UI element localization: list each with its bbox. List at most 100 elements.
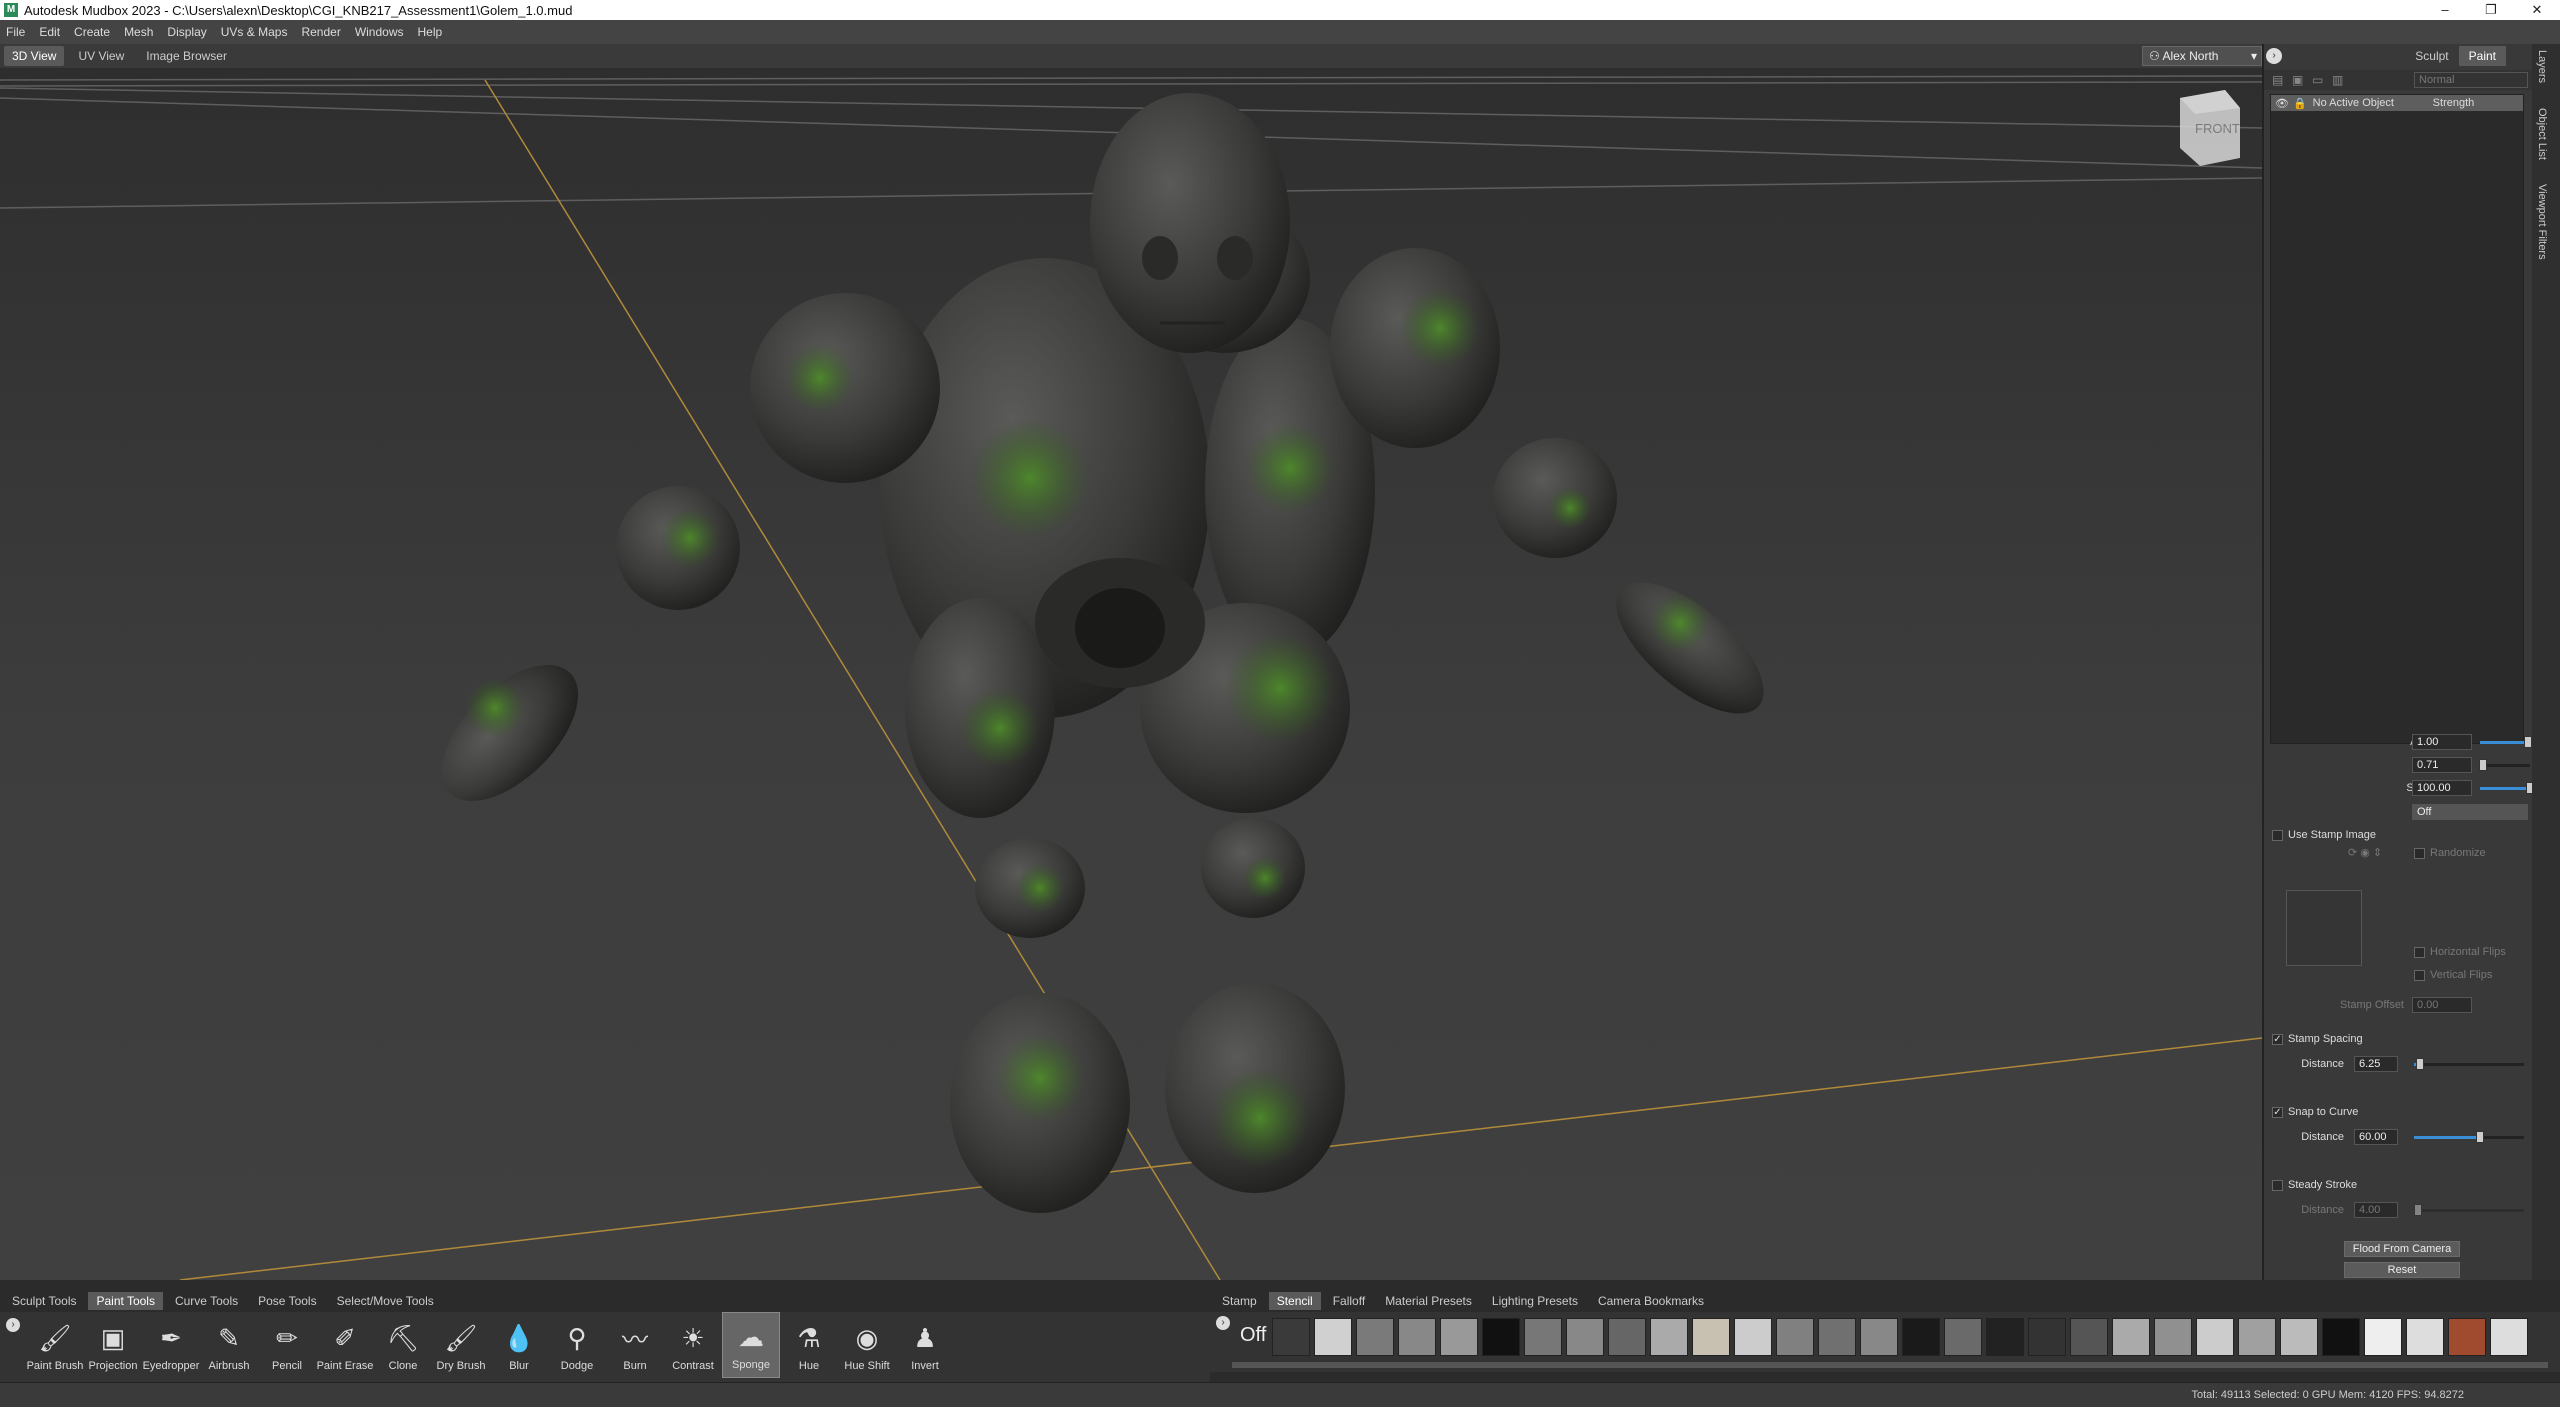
tool-contrast[interactable]: ☀ Contrast (664, 1312, 722, 1378)
snapshot-icon[interactable]: ▣ (2292, 73, 2303, 87)
tool-hue[interactable]: ⚗ Hue (780, 1312, 838, 1378)
stencil-thumbnail[interactable] (2154, 1318, 2192, 1356)
menu-create[interactable]: Create (74, 25, 110, 39)
snap-distance-field[interactable]: 60.00 (2354, 1129, 2398, 1145)
stencil-thumbnail[interactable] (1986, 1318, 2024, 1356)
folder-icon[interactable]: ▭ (2312, 73, 2323, 87)
layer-list[interactable]: 👁 🔒 No Active Object Strength (2270, 94, 2524, 744)
stencil-scrollbar[interactable] (1232, 1362, 2548, 1368)
stencil-thumbnail[interactable] (1734, 1318, 1772, 1356)
stamp-spacing-checkbox[interactable]: ✓ (2272, 1034, 2283, 1045)
slider-knob[interactable] (2478, 759, 2487, 771)
strength-field[interactable]: 100.00 (2412, 780, 2472, 796)
stencil-thumbnail[interactable] (2070, 1318, 2108, 1356)
stencil-thumbnail[interactable] (2406, 1318, 2444, 1356)
menu-render[interactable]: Render (301, 25, 340, 39)
tool-paint-brush[interactable]: 🖌 Paint Brush (26, 1312, 84, 1378)
stencil-thumbnail[interactable] (1902, 1318, 1940, 1356)
menu-mesh[interactable]: Mesh (124, 25, 153, 39)
strength-slider[interactable] (2480, 782, 2534, 794)
lock-icon[interactable]: 🔒 (2293, 97, 2307, 110)
layer-row[interactable]: 👁 🔒 No Active Object Strength (2271, 95, 2523, 111)
stencil-thumbnail[interactable] (1860, 1318, 1898, 1356)
stencil-thumbnail[interactable] (1272, 1318, 1310, 1356)
maximize-button[interactable]: ❐ (2468, 0, 2514, 20)
slider-knob[interactable] (2476, 1131, 2484, 1143)
tab-paint[interactable]: Paint (2458, 46, 2506, 66)
tool-burn[interactable]: 〰 Burn (606, 1312, 664, 1378)
tool-hue-shift[interactable]: ◉ Hue Shift (838, 1312, 896, 1378)
slider-knob[interactable] (2415, 1058, 2424, 1070)
tab-curve-tools[interactable]: Curve Tools (167, 1292, 246, 1310)
tab-3d-view[interactable]: 3D View (4, 46, 65, 66)
visibility-eye-icon[interactable]: 👁 (2275, 97, 2289, 110)
tray-expand-icon[interactable]: › (6, 1318, 20, 1332)
steady-distance-slider[interactable] (2414, 1204, 2524, 1216)
tab-layers[interactable]: Layers (2536, 50, 2548, 83)
stencil-thumbnail[interactable] (2364, 1318, 2402, 1356)
tab-object-list[interactable]: Object List (2536, 108, 2548, 160)
delete-layer-icon[interactable]: ▥ (2332, 73, 2343, 87)
blend-mode-select[interactable]: Normal (2414, 72, 2528, 88)
tool-projection[interactable]: ▣ Projection (84, 1312, 142, 1378)
stamp-image-preview[interactable] (2286, 890, 2362, 966)
tool-eyedropper[interactable]: ✒ Eyedropper (142, 1312, 200, 1378)
menu-help[interactable]: Help (418, 25, 443, 39)
tool-clone[interactable]: ⛏ Clone (374, 1312, 432, 1378)
menu-display[interactable]: Display (167, 25, 206, 39)
tool-sponge[interactable]: ☁ Sponge (722, 1312, 780, 1378)
tool-invert[interactable]: ♟ Invert (896, 1312, 954, 1378)
size-field[interactable]: 0.71 (2412, 757, 2472, 773)
vertical-flips-checkbox[interactable] (2414, 970, 2425, 981)
slider-knob[interactable] (2414, 1204, 2423, 1216)
snap-distance-slider[interactable] (2414, 1131, 2524, 1143)
stencil-thumbnail[interactable] (2322, 1318, 2360, 1356)
3d-viewport[interactable]: FRONT (0, 68, 2262, 1280)
amount-field[interactable]: 1.00 (2412, 734, 2472, 750)
amount-slider[interactable] (2480, 736, 2532, 748)
stencil-thumbnail[interactable] (1818, 1318, 1856, 1356)
stamp-offset-field[interactable]: 0.00 (2412, 997, 2472, 1013)
stamp-distance-field[interactable]: 6.25 (2354, 1056, 2398, 1072)
tab-lighting-presets[interactable]: Lighting Presets (1484, 1292, 1586, 1310)
stencil-thumbnail[interactable] (2196, 1318, 2234, 1356)
mirror-select[interactable]: Off (2412, 804, 2528, 820)
stencil-thumbnail[interactable] (2448, 1318, 2486, 1356)
tool-dry-brush[interactable]: 🖌 Dry Brush (432, 1312, 490, 1378)
stencil-thumbnail[interactable] (2238, 1318, 2276, 1356)
stamp-rotate-icon[interactable]: ⟳ ◉ ⇕ (2348, 846, 2382, 859)
new-layer-icon[interactable]: ▤ (2272, 73, 2283, 87)
stencil-thumbnail[interactable] (1692, 1318, 1730, 1356)
user-account-dropdown[interactable]: ⚇ Alex North ▾ (2142, 46, 2262, 66)
slider-knob[interactable] (2523, 736, 2532, 748)
tool-paint-erase[interactable]: ✐ Paint Erase (316, 1312, 374, 1378)
tab-material-presets[interactable]: Material Presets (1377, 1292, 1480, 1310)
tab-camera-bookmarks[interactable]: Camera Bookmarks (1590, 1292, 1712, 1310)
flood-from-camera-button[interactable]: Flood From Camera (2344, 1241, 2460, 1257)
stencil-off-button[interactable]: Off (1240, 1324, 1266, 1347)
tab-uv-view[interactable]: UV View (70, 46, 132, 66)
tool-blur[interactable]: 💧 Blur (490, 1312, 548, 1378)
stencil-expand-icon[interactable]: › (1216, 1316, 1230, 1330)
tool-pencil[interactable]: ✏ Pencil (258, 1312, 316, 1378)
minimize-button[interactable]: – (2422, 0, 2468, 20)
stencil-thumbnail[interactable] (2490, 1318, 2528, 1356)
stencil-thumbnail[interactable] (2280, 1318, 2318, 1356)
stencil-thumbnail[interactable] (1482, 1318, 1520, 1356)
stencil-thumbnail[interactable] (1608, 1318, 1646, 1356)
snap-to-curve-checkbox[interactable]: ✓ (2272, 1107, 2283, 1118)
close-button[interactable]: ✕ (2514, 0, 2560, 20)
stencil-thumbnail[interactable] (1314, 1318, 1352, 1356)
tab-sculpt[interactable]: Sculpt (2405, 46, 2458, 66)
stencil-thumbnail[interactable] (1776, 1318, 1814, 1356)
tab-stamp[interactable]: Stamp (1214, 1292, 1265, 1310)
stencil-thumbnail[interactable] (1440, 1318, 1478, 1356)
tab-select-move-tools[interactable]: Select/Move Tools (329, 1292, 442, 1310)
randomize-checkbox[interactable] (2414, 848, 2425, 859)
menu-uvs-maps[interactable]: UVs & Maps (221, 25, 288, 39)
tab-paint-tools[interactable]: Paint Tools (88, 1292, 163, 1310)
horizontal-flips-checkbox[interactable] (2414, 947, 2425, 958)
tab-image-browser[interactable]: Image Browser (138, 46, 235, 66)
tab-falloff[interactable]: Falloff (1325, 1292, 1373, 1310)
steady-distance-field[interactable]: 4.00 (2354, 1202, 2398, 1218)
